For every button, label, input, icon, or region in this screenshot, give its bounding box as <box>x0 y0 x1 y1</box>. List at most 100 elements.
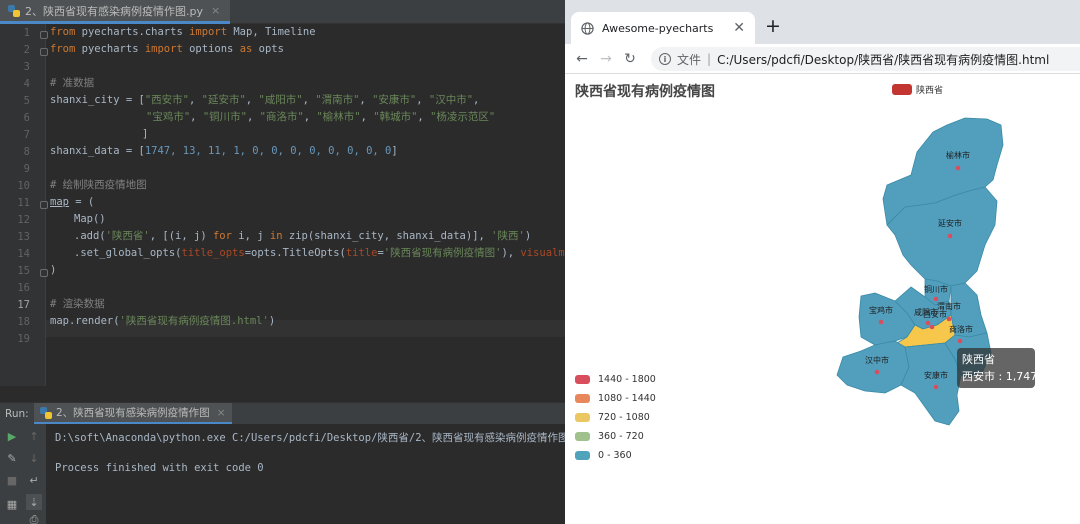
code-editor[interactable]: from pyecharts.charts import Map, Timeli… <box>46 24 565 386</box>
line-number: 15 <box>17 265 30 277</box>
label-安康市: 安康市 <box>924 370 948 380</box>
console-finished-line: Process finished with exit code 0 <box>55 462 264 474</box>
point-宝鸡市 <box>878 319 884 325</box>
legend[interactable]: 陕西省 <box>892 83 943 96</box>
label-延安市: 延安市 <box>938 218 962 228</box>
browser-tab[interactable]: Awesome-pyecharts ✕ <box>571 12 755 44</box>
line-number: 1 <box>23 27 30 39</box>
visual-map-item[interactable]: 1080 - 1440 <box>575 393 656 404</box>
run-toolbar: ▶ ↑ ✎ ↓ ■ ↵ ▦ ⇣ ⎙ <box>0 424 46 524</box>
code-line-4: # 准数据 <box>50 77 95 89</box>
code-line-7: ] <box>142 128 149 140</box>
line-number: 5 <box>23 95 30 107</box>
legend-swatch <box>892 84 912 95</box>
close-icon[interactable]: ✕ <box>733 20 745 36</box>
label-榆林市: 榆林市 <box>946 150 970 160</box>
point-咸阳市 <box>925 320 931 326</box>
up-arrow-icon[interactable]: ↑ <box>26 428 42 444</box>
point-铜川市 <box>933 296 939 302</box>
code-line-13: .add('陕西省', [(i, j) for i, j in zip(shan… <box>74 230 532 242</box>
tooltip-series: 陕西省 <box>962 353 995 366</box>
line-number: 18 <box>17 316 30 328</box>
line-number: 2 <box>23 44 30 56</box>
label-宝鸡市: 宝鸡市 <box>869 305 893 315</box>
editor-tab-label: 2、陕西省现有感染病例疫情作图.py <box>25 4 203 18</box>
line-number: 12 <box>17 214 30 226</box>
point-安康市 <box>933 384 939 390</box>
visual-map-swatch <box>575 413 590 422</box>
browser-tab-title: Awesome-pyecharts <box>602 21 714 35</box>
legend-label: 陕西省 <box>916 86 944 96</box>
run-tab[interactable]: 2、陕西省现有感染病例疫情作图 × <box>34 403 232 425</box>
line-number: 4 <box>23 78 30 90</box>
code-line-2: from pyecharts import options as opts <box>50 43 284 55</box>
visual-map-label: 720 - 1080 <box>598 412 650 423</box>
browser-window: Awesome-pyecharts ✕ + ← → ↻ i 文件 | C:/Us… <box>565 0 1080 524</box>
code-line-14: .set_global_opts(title_opts=opts.TitleOp… <box>74 247 565 259</box>
label-铜川市: 铜川市 <box>924 284 948 294</box>
browser-tab-strip: Awesome-pyecharts ✕ + <box>565 0 1080 44</box>
line-number-current: 17 <box>17 299 30 311</box>
visual-map-item[interactable]: 360 - 720 <box>575 431 644 442</box>
new-tab-button[interactable]: + <box>761 14 785 38</box>
code-line-17: # 渲染数据 <box>50 298 105 310</box>
code-line-6: "宝鸡市", "铜川市", "商洛市", "榆林市", "韩城市", "杨凌示范… <box>146 111 496 123</box>
visual-map-item[interactable]: 0 - 360 <box>575 450 632 461</box>
visual-map-label: 1080 - 1440 <box>598 393 656 404</box>
info-icon[interactable]: i <box>659 53 671 65</box>
line-number: 3 <box>23 61 30 73</box>
region-汉中市[interactable] <box>836 340 910 394</box>
line-number: 9 <box>23 163 30 175</box>
line-number-gutter: 1 2 3 4 5 6 7 8 9 10 11 12 13 14 15 16 1… <box>0 24 48 386</box>
python-file-icon <box>40 406 52 419</box>
code-line-5: shanxi_city = ["西安市", "延安市", "咸阳市", "渭南市… <box>50 94 480 106</box>
line-number: 14 <box>17 248 30 260</box>
run-panel-header: Run: 2、陕西省现有感染病例疫情作图 × <box>0 402 565 425</box>
code-line-11: map = ( <box>50 196 95 208</box>
line-number: 19 <box>17 333 30 345</box>
close-icon[interactable]: × <box>217 407 226 419</box>
region-安康市[interactable] <box>900 342 962 426</box>
visual-map-item[interactable]: 1440 - 1800 <box>575 374 656 385</box>
address-separator: | <box>707 52 712 66</box>
label-商洛市: 商洛市 <box>949 324 973 334</box>
point-延安市 <box>947 233 953 239</box>
console-command-line: D:\soft\Anaconda\python.exe C:/Users/pdc… <box>55 432 565 444</box>
forward-arrow-icon[interactable]: → <box>596 49 616 69</box>
reload-icon[interactable]: ↻ <box>620 49 640 69</box>
layout-icon[interactable]: ▦ <box>4 496 20 512</box>
browser-toolbar: ← → ↻ i 文件 | C:/Users/pdcfi/Desktop/陕西省/… <box>565 44 1080 74</box>
editor-tab[interactable]: 2、陕西省现有感染病例疫情作图.py × <box>0 0 231 24</box>
stop-icon[interactable]: ■ <box>4 472 20 488</box>
chart-page: 榆林市 延安市 铜川市 宝鸡市 咸阳市 渭南市 西安市 商洛市 汉中市 安康市 … <box>565 75 1080 524</box>
scroll-to-end-icon[interactable]: ⇣ <box>26 494 42 510</box>
line-number: 10 <box>17 180 30 192</box>
address-bar[interactable]: i 文件 | C:/Users/pdcfi/Desktop/陕西省/陕西省现有病… <box>651 47 1080 71</box>
soft-wrap-icon[interactable]: ↵ <box>26 472 42 488</box>
line-number: 16 <box>17 282 30 294</box>
wrench-icon[interactable]: ✎ <box>4 450 20 466</box>
python-file-icon <box>8 4 20 17</box>
code-line-15: ) <box>50 264 57 276</box>
point-榆林市 <box>955 165 961 171</box>
visual-map-item[interactable]: 720 - 1080 <box>575 412 650 423</box>
console-output[interactable]: D:\soft\Anaconda\python.exe C:/Users/pdc… <box>46 424 565 524</box>
down-arrow-icon[interactable]: ↓ <box>26 450 42 466</box>
label-西安市: 西安市 <box>923 309 947 319</box>
rerun-icon[interactable]: ▶ <box>4 428 20 444</box>
line-number: 8 <box>23 146 30 158</box>
url-text: C:/Users/pdcfi/Desktop/陕西省/陕西省现有病例疫情图.ht… <box>717 52 1050 67</box>
point-渭南市 <box>946 316 952 322</box>
line-number: 11 <box>17 197 30 209</box>
ide-window: 2、陕西省现有感染病例疫情作图.py × 1 2 3 4 5 6 7 8 9 1… <box>0 0 565 524</box>
globe-icon <box>581 21 594 35</box>
code-line-8: shanxi_data = [1747, 13, 11, 1, 0, 0, 0,… <box>50 145 398 157</box>
line-number: 7 <box>23 129 30 141</box>
close-icon[interactable]: × <box>211 4 220 17</box>
tooltip-value: 西安市 : 1,747 <box>962 370 1038 383</box>
back-arrow-icon[interactable]: ← <box>572 49 592 69</box>
run-label: Run: <box>5 408 29 420</box>
print-icon[interactable]: ⎙ <box>26 512 42 524</box>
map-tooltip: 陕西省 西安市 : 1,747 <box>957 348 1038 388</box>
shaanxi-map[interactable]: 榆林市 延安市 铜川市 宝鸡市 咸阳市 渭南市 西安市 商洛市 汉中市 安康市 <box>565 75 1080 524</box>
